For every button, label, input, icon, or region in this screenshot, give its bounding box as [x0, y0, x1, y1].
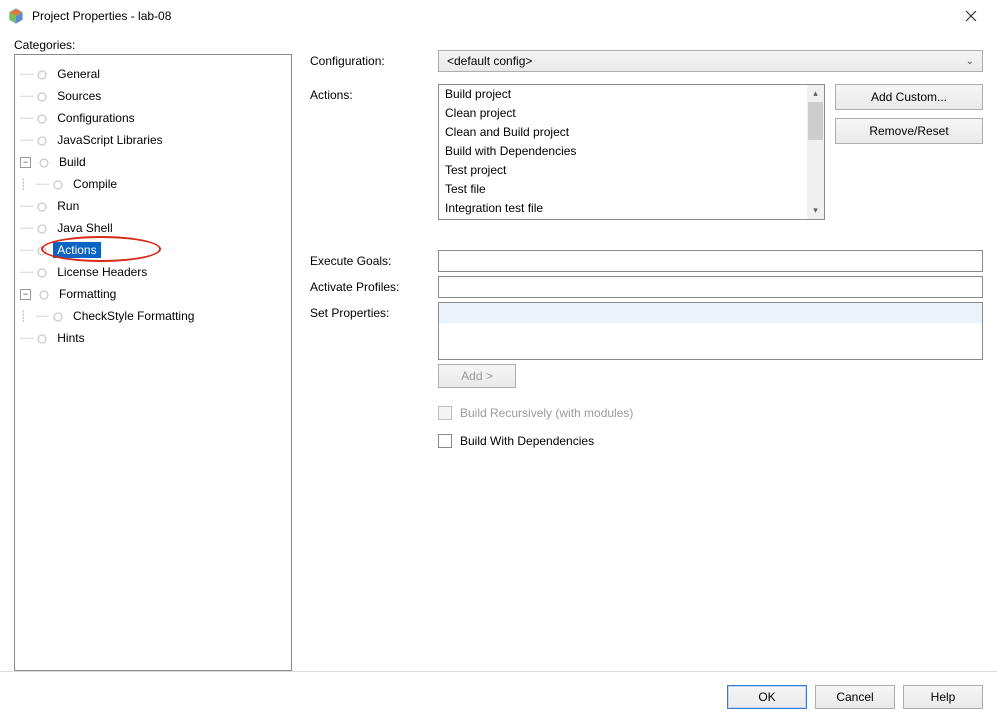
bullet-icon	[53, 179, 63, 189]
list-item[interactable]: Test file	[439, 180, 807, 199]
build-with-deps-checkbox[interactable]	[438, 434, 452, 448]
tree-item-javashell[interactable]: ┈┈ Java Shell	[16, 217, 287, 239]
list-item[interactable]: Clean and Build project	[439, 123, 807, 142]
tree-item-license[interactable]: ┈┈ License Headers	[16, 261, 287, 283]
bullet-icon	[37, 201, 47, 211]
bullet-icon	[37, 245, 47, 255]
titlebar: Project Properties - lab-08	[0, 0, 997, 32]
activate-profiles-label: Activate Profiles:	[310, 276, 438, 294]
project-properties-dialog: Project Properties - lab-08 Categories: …	[0, 0, 997, 721]
bullet-icon	[37, 69, 47, 79]
tree-item-general[interactable]: ┈┈ General	[16, 63, 287, 85]
bullet-icon	[37, 223, 47, 233]
build-recursively-checkbox[interactable]	[438, 406, 452, 420]
scroll-down-icon[interactable]: ▾	[807, 202, 824, 219]
tree-item-sources[interactable]: ┈┈ Sources	[16, 85, 287, 107]
activate-profiles-input[interactable]	[438, 276, 983, 298]
cancel-button[interactable]: Cancel	[815, 685, 895, 709]
execute-goals-label: Execute Goals:	[310, 250, 438, 268]
scroll-thumb[interactable]	[808, 102, 823, 140]
list-item[interactable]: Clean project	[439, 104, 807, 123]
tree-item-compile[interactable]: ┊ ┈┈ Compile	[16, 173, 287, 195]
tree-item-build[interactable]: − Build	[16, 151, 287, 173]
actions-listbox[interactable]: Build project Clean project Clean and Bu…	[438, 84, 825, 220]
set-properties-input[interactable]	[438, 302, 983, 360]
remove-reset-button[interactable]: Remove/Reset	[835, 118, 983, 144]
set-properties-label: Set Properties:	[310, 302, 438, 320]
build-recursively-label: Build Recursively (with modules)	[460, 406, 633, 420]
collapse-icon[interactable]: −	[20, 289, 31, 300]
execute-goals-input[interactable]	[438, 250, 983, 272]
tree-item-actions[interactable]: ┈┈ Actions	[16, 239, 287, 261]
collapse-icon[interactable]: −	[20, 157, 31, 168]
close-icon	[965, 10, 977, 22]
bullet-icon	[37, 267, 47, 277]
bullet-icon	[37, 113, 47, 123]
netbeans-icon	[8, 8, 24, 24]
scrollbar[interactable]: ▴ ▾	[807, 85, 824, 219]
configuration-value: <default config>	[447, 54, 532, 68]
bullet-icon	[37, 135, 47, 145]
categories-tree[interactable]: ┈┈ General ┈┈ Sources ┈┈ Configurations …	[14, 54, 292, 671]
bullet-icon	[39, 289, 49, 299]
configuration-select[interactable]: <default config> ⌄	[438, 50, 983, 72]
list-item[interactable]: Build project	[439, 85, 807, 104]
scroll-up-icon[interactable]: ▴	[807, 85, 824, 102]
window-title: Project Properties - lab-08	[32, 9, 948, 23]
tree-item-run[interactable]: ┈┈ Run	[16, 195, 287, 217]
add-property-button[interactable]: Add >	[438, 364, 516, 388]
build-with-deps-label: Build With Dependencies	[460, 434, 594, 448]
chevron-down-icon: ⌄	[966, 56, 974, 67]
bullet-icon	[37, 91, 47, 101]
tree-item-jslibs[interactable]: ┈┈ JavaScript Libraries	[16, 129, 287, 151]
add-custom-button[interactable]: Add Custom...	[835, 84, 983, 110]
bullet-icon	[53, 311, 63, 321]
bullet-icon	[39, 157, 49, 167]
list-item[interactable]: Integration test file	[439, 199, 807, 218]
help-button[interactable]: Help	[903, 685, 983, 709]
tree-item-configurations[interactable]: ┈┈ Configurations	[16, 107, 287, 129]
tree-item-formatting[interactable]: − Formatting	[16, 283, 287, 305]
list-item[interactable]: Build with Dependencies	[439, 142, 807, 161]
ok-button[interactable]: OK	[727, 685, 807, 709]
bullet-icon	[37, 333, 47, 343]
close-button[interactable]	[948, 1, 993, 31]
list-item[interactable]: Test project	[439, 161, 807, 180]
actions-label: Actions:	[310, 84, 438, 102]
categories-label: Categories:	[14, 38, 292, 52]
configuration-label: Configuration:	[310, 50, 438, 68]
dialog-footer: OK Cancel Help	[0, 671, 997, 721]
tree-item-hints[interactable]: ┈┈ Hints	[16, 327, 287, 349]
tree-item-checkstyle[interactable]: ┊ ┈┈ CheckStyle Formatting	[16, 305, 287, 327]
